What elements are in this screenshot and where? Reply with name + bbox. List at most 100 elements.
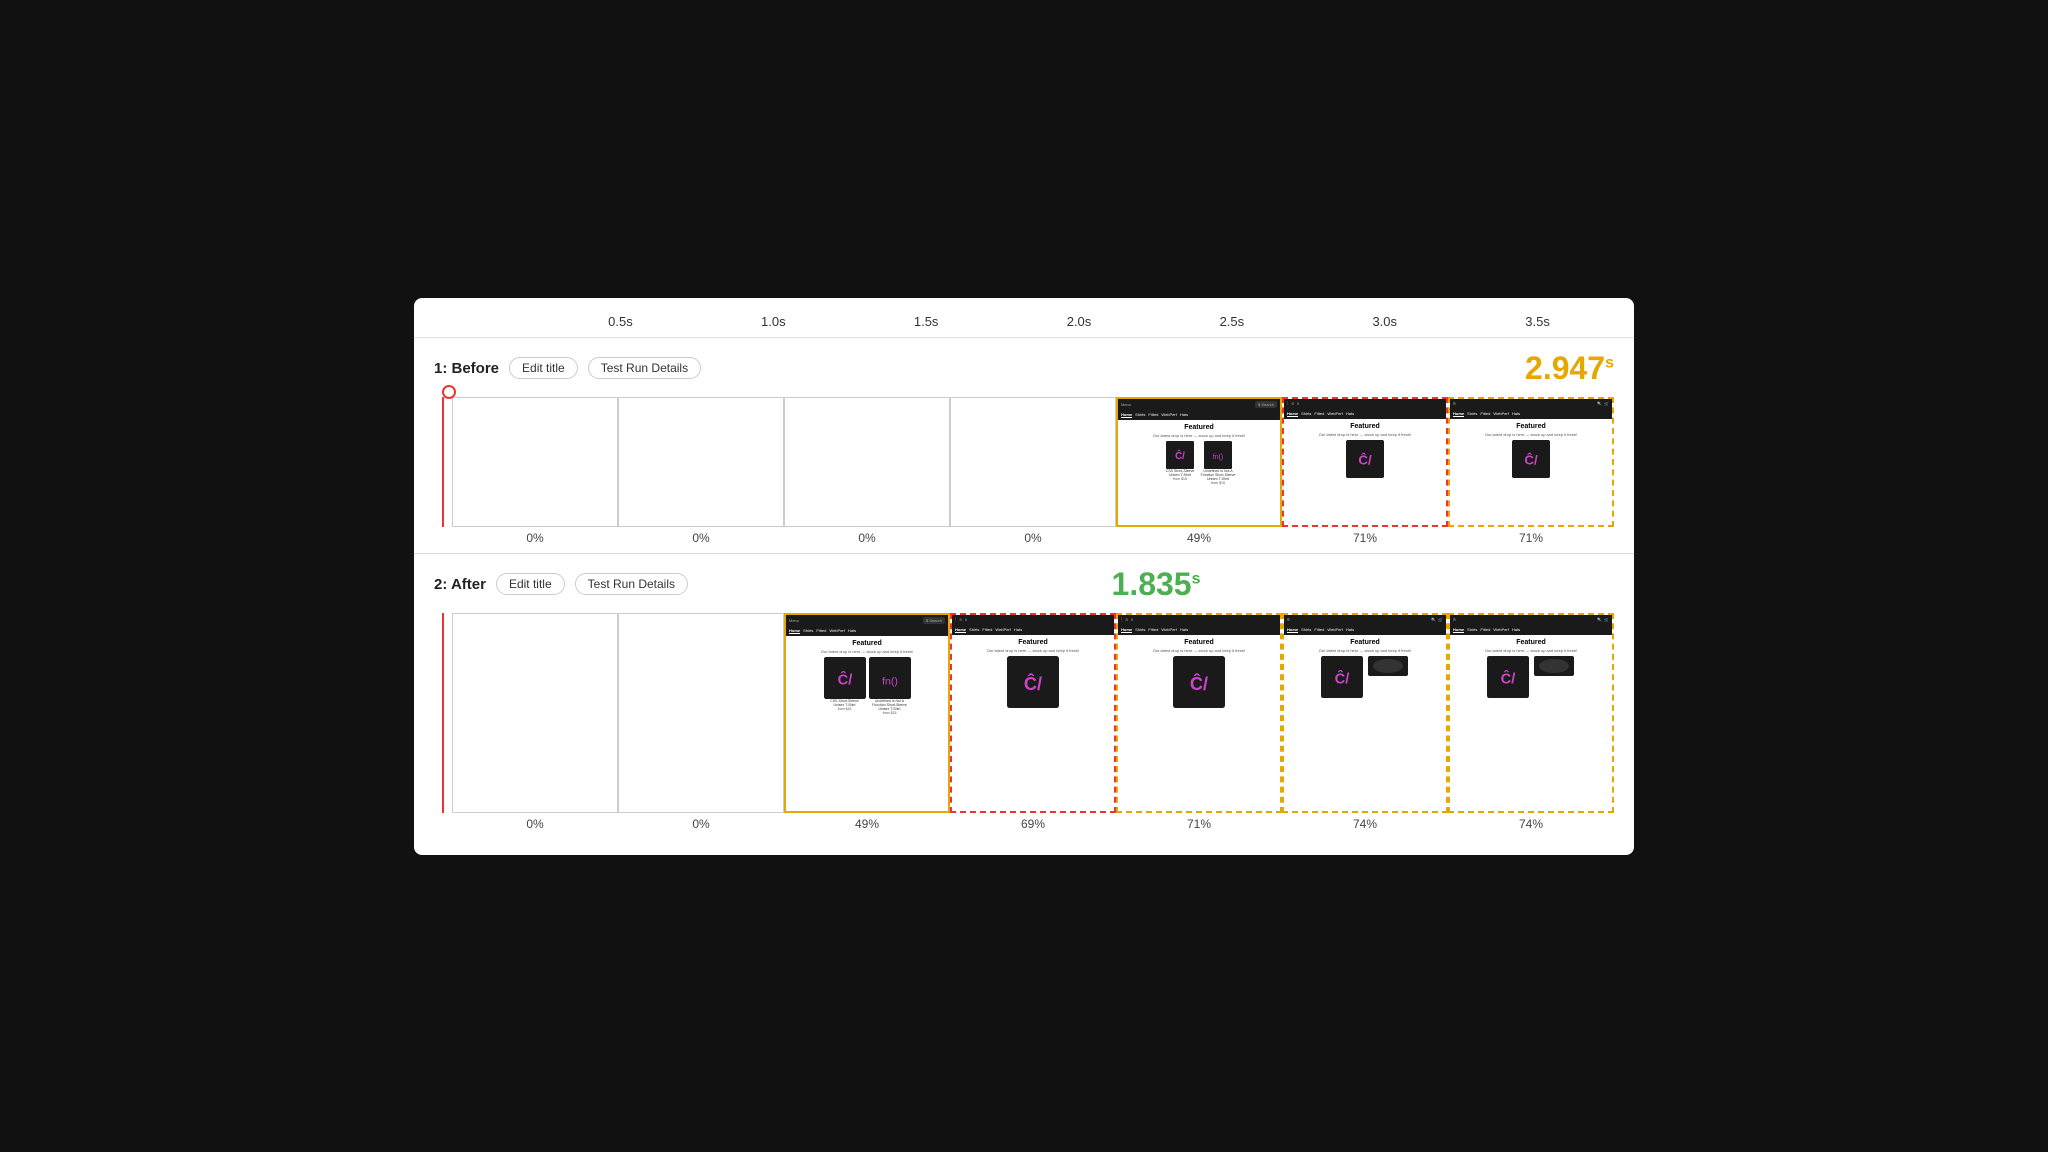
mark-2: 1.5s — [850, 314, 1003, 329]
after-header: 2: After Edit title Test Run Details 1.8… — [434, 566, 1614, 603]
mark-3: 2.0s — [1003, 314, 1156, 329]
after-redbar — [442, 613, 444, 813]
after-title: 2: After — [434, 576, 486, 593]
after-time-number: 1.835 — [1112, 566, 1192, 602]
before-label-3: 0% — [1024, 531, 1041, 545]
after-label-2: 49% — [855, 817, 879, 831]
after-filmstrip: 0% 0% Menu $ Search — [434, 613, 1614, 831]
hat-icon-6b — [1533, 656, 1575, 676]
before-frame-4: Menu $ Search Home Shirts Fitted WebPerf… — [1116, 397, 1282, 545]
before-label-1: 0% — [692, 531, 709, 545]
svg-text:Ĉ/: Ĉ/ — [1501, 669, 1516, 687]
tshirt-icon-b2: fn() — [869, 657, 911, 699]
tshirt-icon-a4: Ĉ/ — [1173, 656, 1225, 708]
after-test-run-button[interactable]: Test Run Details — [575, 573, 688, 595]
mark-0: 0.5s — [544, 314, 697, 329]
before-frame-box-5: ! S II Home Shirts Fitted WebPerf — [1282, 397, 1448, 527]
svg-text:Ĉ/: Ĉ/ — [1024, 672, 1042, 693]
mark-6: 3.5s — [1461, 314, 1614, 329]
svg-text:Ĉ/: Ĉ/ — [1175, 450, 1185, 462]
before-section: 1: Before Edit title Test Run Details 2.… — [414, 338, 1634, 554]
after-nav-4: ! S II — [1118, 615, 1280, 625]
after-blank-0 — [453, 614, 617, 812]
before-label-4: 49% — [1187, 531, 1211, 545]
after-label-3: 69% — [1021, 817, 1045, 831]
svg-text:Ĉ/: Ĉ/ — [1524, 452, 1538, 467]
tshirt-icon-5: Ĉ/ — [1346, 440, 1384, 478]
before-label-5: 71% — [1353, 531, 1377, 545]
after-nav-6: ≡ 🔍 🛒 — [1450, 615, 1612, 625]
after-browser-6: ≡ 🔍 🛒 Home Shirts Fitted WebPer — [1450, 615, 1612, 811]
before-metric: 2.947s — [1525, 350, 1614, 387]
before-nav-6: ≡ 🔍 🛒 — [1450, 399, 1612, 409]
before-label-2: 0% — [858, 531, 875, 545]
after-frame-box-6: ≡ 🔍 🛒 Home Shirts Fitted WebPer — [1448, 613, 1614, 813]
after-frame-box-3: ! S II Home Shirts Fitted WebPerf — [950, 613, 1116, 813]
before-blank-1 — [619, 398, 783, 526]
before-time-unit: s — [1605, 354, 1614, 371]
after-browser-4: ! S II Home Shirts Fitted WebPerf — [1118, 615, 1280, 811]
timeline-header: 0.5s 1.0s 1.5s 2.0s 2.5s 3.0s 3.5s — [414, 314, 1634, 338]
before-title: 1: Before — [434, 360, 499, 377]
before-redline — [434, 397, 452, 545]
after-frame-2: Menu $ Search Home Shirts Fitted WebPerf… — [784, 613, 950, 831]
before-frame-box-0 — [452, 397, 618, 527]
hat-icon-5b — [1367, 656, 1409, 676]
after-label-0: 0% — [526, 817, 543, 831]
after-frame-3: ! S II Home Shirts Fitted WebPerf — [950, 613, 1116, 831]
after-frame-4: ! S II Home Shirts Fitted WebPerf — [1116, 613, 1282, 831]
svg-text:Ĉ/: Ĉ/ — [837, 670, 852, 688]
svg-text:Ĉ/: Ĉ/ — [1358, 452, 1372, 467]
before-browser-6: ≡ 🔍 🛒 Home Shirts Fitted — [1450, 399, 1612, 525]
before-header: 1: Before Edit title Test Run Details 2.… — [434, 350, 1614, 387]
tshirt-icon-4b: fn() — [1204, 441, 1232, 469]
before-blank-0 — [453, 398, 617, 526]
after-nav-5: ≡ 🔍 🛒 — [1284, 615, 1446, 625]
mark-5: 3.0s — [1308, 314, 1461, 329]
before-label-6: 71% — [1519, 531, 1543, 545]
before-frame-box-1 — [618, 397, 784, 527]
after-time-unit: s — [1192, 570, 1201, 587]
after-browser-3: ! S II Home Shirts Fitted WebPerf — [952, 615, 1114, 811]
after-label-4: 71% — [1187, 817, 1211, 831]
timeline-marks: 0.5s 1.0s 1.5s 2.0s 2.5s 3.0s 3.5s — [544, 314, 1614, 329]
after-label-6: 74% — [1519, 817, 1543, 831]
after-section: 2: After Edit title Test Run Details 1.8… — [414, 554, 1634, 839]
before-frame-2: 0% — [784, 397, 950, 545]
before-frame-box-4: Menu $ Search Home Shirts Fitted WebPerf… — [1116, 397, 1282, 527]
before-nav-5: ! S II — [1284, 399, 1446, 409]
before-blank-3 — [951, 398, 1115, 526]
before-label-0: 0% — [526, 531, 543, 545]
after-nav-3: ! S II — [952, 615, 1114, 625]
before-frame-1: 0% — [618, 397, 784, 545]
after-metric: 1.835s — [1112, 566, 1201, 603]
before-frame-0: 0% — [452, 397, 618, 545]
mark-4: 2.5s — [1155, 314, 1308, 329]
after-frame-box-1 — [618, 613, 784, 813]
after-frame-box-5: ≡ 🔍 🛒 Home Shirts Fitted WebPer — [1282, 613, 1448, 813]
before-frame-box-6: ≡ 🔍 🛒 Home Shirts Fitted — [1448, 397, 1614, 527]
after-redline — [434, 613, 452, 831]
before-edit-title-button[interactable]: Edit title — [509, 357, 578, 379]
after-edit-title-button[interactable]: Edit title — [496, 573, 565, 595]
before-frame-5: ! S II Home Shirts Fitted WebPerf — [1282, 397, 1448, 545]
before-blank-2 — [785, 398, 949, 526]
after-frame-1: 0% — [618, 613, 784, 831]
after-nav-2: Menu $ Search — [786, 615, 948, 626]
after-frame-0: 0% — [452, 613, 618, 831]
before-filmstrip: 0% 0% 0% 0% — [434, 397, 1614, 545]
before-nav-4: Menu $ Search — [1118, 399, 1280, 410]
after-browser-2: Menu $ Search Home Shirts Fitted WebPerf… — [786, 615, 948, 811]
after-frame-box-4: ! S II Home Shirts Fitted WebPerf — [1116, 613, 1282, 813]
tshirt-icon-5a: Ĉ/ — [1321, 656, 1363, 698]
after-frame-box-0 — [452, 613, 618, 813]
after-label-1: 0% — [692, 817, 709, 831]
before-redbar — [442, 397, 444, 527]
before-frame-box-3 — [950, 397, 1116, 527]
before-browser-4: Menu $ Search Home Shirts Fitted WebPerf… — [1118, 399, 1280, 525]
after-browser-5: ≡ 🔍 🛒 Home Shirts Fitted WebPer — [1284, 615, 1446, 811]
after-frame-5: ≡ 🔍 🛒 Home Shirts Fitted WebPer — [1282, 613, 1448, 831]
svg-text:Ĉ/: Ĉ/ — [1190, 672, 1208, 693]
timeline-indicator — [442, 385, 456, 399]
before-test-run-button[interactable]: Test Run Details — [588, 357, 701, 379]
